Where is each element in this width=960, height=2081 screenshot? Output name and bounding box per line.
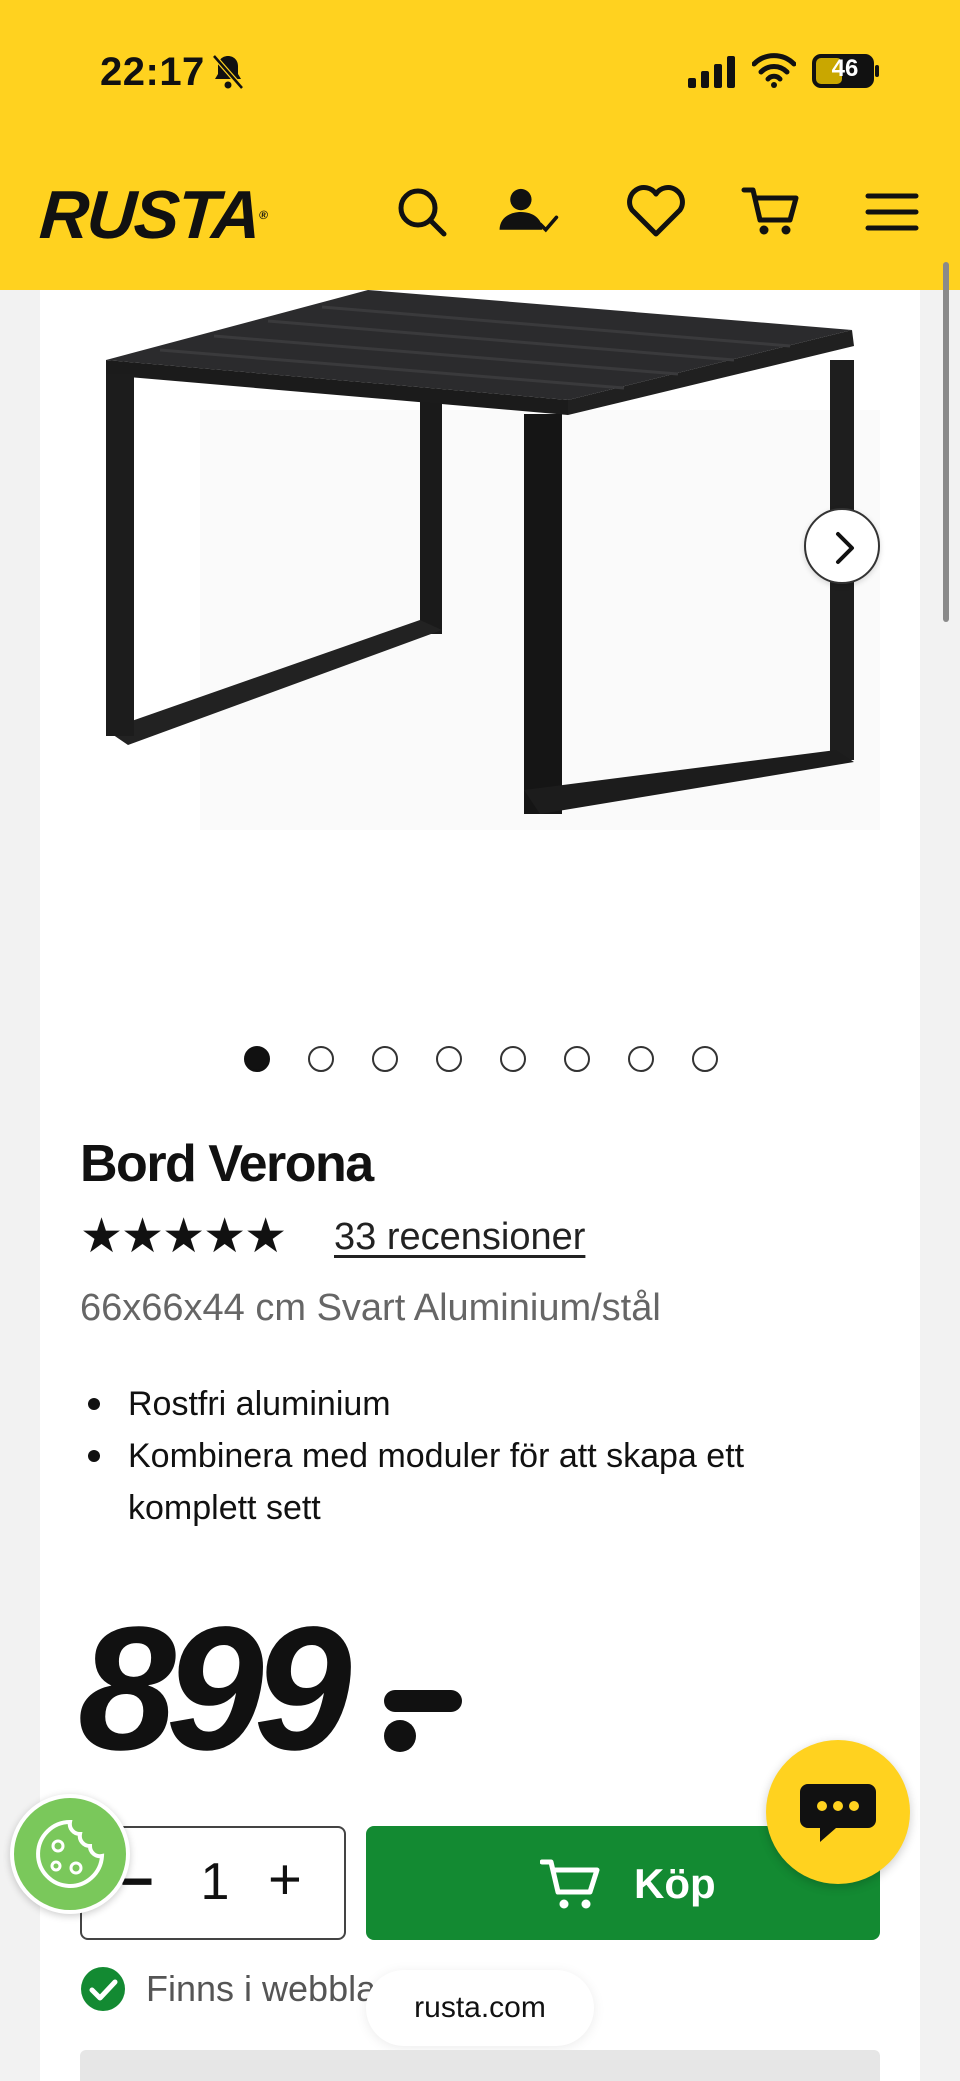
gallery-pagination (244, 1046, 724, 1074)
cookie-icon (36, 1819, 105, 1888)
next-section-edge (80, 2050, 880, 2081)
gallery-dot-5[interactable] (500, 1046, 526, 1072)
account-icon[interactable] (496, 180, 560, 244)
scrollbar[interactable] (943, 262, 949, 622)
quantity-value[interactable]: 1 (200, 1852, 230, 1912)
feature-list: Rostfri aluminium Kombinera med moduler … (80, 1378, 880, 1534)
status-time: 22:17 (100, 50, 205, 94)
gallery-dot-7[interactable] (628, 1046, 654, 1072)
cookie-settings-button[interactable] (10, 1794, 130, 1914)
gallery-next-button[interactable] (804, 508, 880, 584)
bell-off-icon (212, 54, 244, 90)
signal-icon (688, 56, 735, 88)
wifi-icon (752, 53, 796, 88)
battery-level: 46 (831, 55, 859, 82)
product-image[interactable] (100, 290, 880, 850)
in-stock-check-icon (81, 1967, 125, 2011)
cart-icon[interactable] (740, 180, 804, 244)
gallery-dot-1[interactable] (244, 1046, 270, 1072)
gallery-dot-2[interactable] (308, 1046, 334, 1072)
product-subtitle: 66x66x44 cm Svart Aluminium/stål (80, 1287, 661, 1329)
wishlist-heart-icon[interactable] (624, 180, 688, 244)
buy-button-label: Köp (634, 1860, 716, 1907)
gallery-dot-4[interactable] (436, 1046, 462, 1072)
logo-registered-mark: ® (258, 208, 267, 222)
chevron-right-icon (836, 532, 854, 564)
feature-item: Kombinera med moduler för att skapa ett … (80, 1430, 880, 1534)
gallery-dot-3[interactable] (372, 1046, 398, 1072)
price-dash-mark (384, 1690, 462, 1712)
product-title: Bord Verona (80, 1135, 374, 1193)
gallery-dot-8[interactable] (692, 1046, 718, 1072)
gallery-dot-6[interactable] (564, 1046, 590, 1072)
feature-item: Rostfri aluminium (80, 1378, 880, 1430)
chat-button[interactable] (766, 1740, 910, 1884)
chat-bubble-icon (800, 1784, 876, 1842)
product-price: 899 (78, 1591, 352, 1787)
browser-url-bar[interactable]: rusta.com (366, 1970, 594, 2046)
price-dot-mark (384, 1720, 416, 1752)
reviews-link[interactable]: 33 recensioner (334, 1212, 585, 1262)
menu-icon[interactable] (860, 180, 924, 244)
quantity-increase-button[interactable]: + (268, 1850, 302, 1910)
rating-stars: ★★★★★ (80, 1210, 287, 1263)
cart-icon (540, 1859, 600, 1909)
rusta-logo[interactable]: RUSTA® (37, 177, 269, 253)
logo-text: RUSTA (37, 177, 262, 253)
search-icon[interactable] (390, 180, 454, 244)
